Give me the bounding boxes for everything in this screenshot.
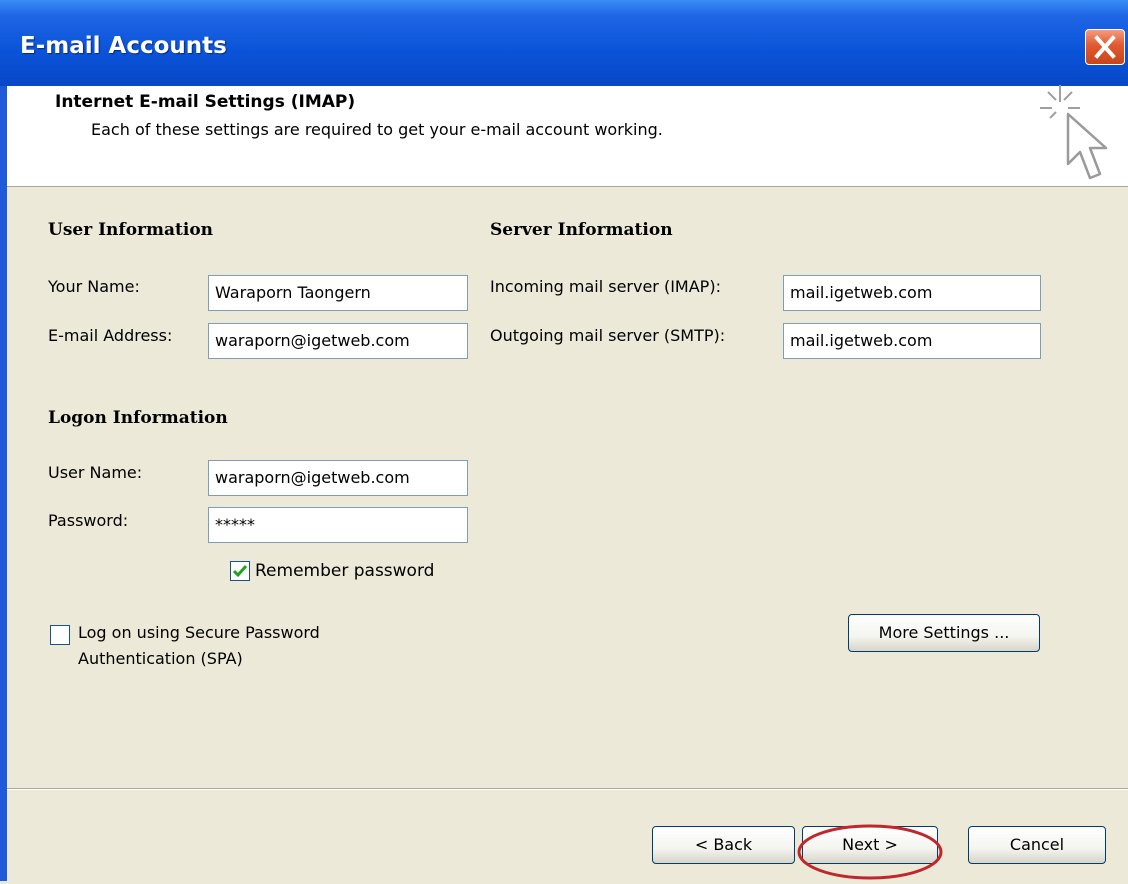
your-name-label: Your Name:: [48, 277, 140, 296]
outgoing-server-field[interactable]: mail.igetweb.com: [783, 323, 1041, 359]
close-icon: [1094, 35, 1116, 59]
outgoing-server-label: Outgoing mail server (SMTP):: [490, 326, 726, 345]
server-info-heading: Server Information: [490, 220, 673, 240]
close-button[interactable]: [1085, 29, 1125, 65]
header-subtitle: Each of these settings are required to g…: [91, 120, 663, 139]
window-title: E-mail Accounts: [20, 33, 227, 59]
more-settings-button[interactable]: More Settings ...: [848, 614, 1040, 652]
spa-checkbox[interactable]: [50, 625, 70, 645]
user-name-label: User Name:: [48, 463, 143, 482]
checkmark-icon: [232, 565, 248, 578]
password-label: Password:: [48, 511, 129, 530]
header-title: Internet E-mail Settings (IMAP): [55, 92, 356, 112]
incoming-server-field[interactable]: mail.igetweb.com: [783, 275, 1041, 311]
remember-password-label: Remember password: [255, 561, 435, 581]
user-name-field[interactable]: waraporn@igetweb.com: [208, 460, 468, 496]
your-name-field[interactable]: Waraporn Taongern: [208, 275, 468, 311]
remember-password-checkbox[interactable]: [230, 561, 250, 581]
divider: [7, 788, 1128, 790]
logon-info-heading: Logon Information: [48, 408, 228, 428]
email-address-label: E-mail Address:: [48, 326, 173, 345]
spa-label-line1: Log on using Secure Password: [78, 623, 320, 642]
cursor-sparkle-icon: [1040, 85, 1108, 180]
email-address-field[interactable]: waraporn@igetweb.com: [208, 323, 468, 359]
incoming-server-label: Incoming mail server (IMAP):: [490, 277, 721, 296]
password-field[interactable]: *****: [208, 507, 468, 543]
spa-label-line2: Authentication (SPA): [78, 649, 243, 668]
user-info-heading: User Information: [48, 220, 214, 240]
back-button[interactable]: < Back: [652, 826, 795, 864]
window-frame: [0, 86, 7, 881]
cancel-button[interactable]: Cancel: [968, 826, 1106, 864]
highlight-ring: [797, 824, 943, 880]
